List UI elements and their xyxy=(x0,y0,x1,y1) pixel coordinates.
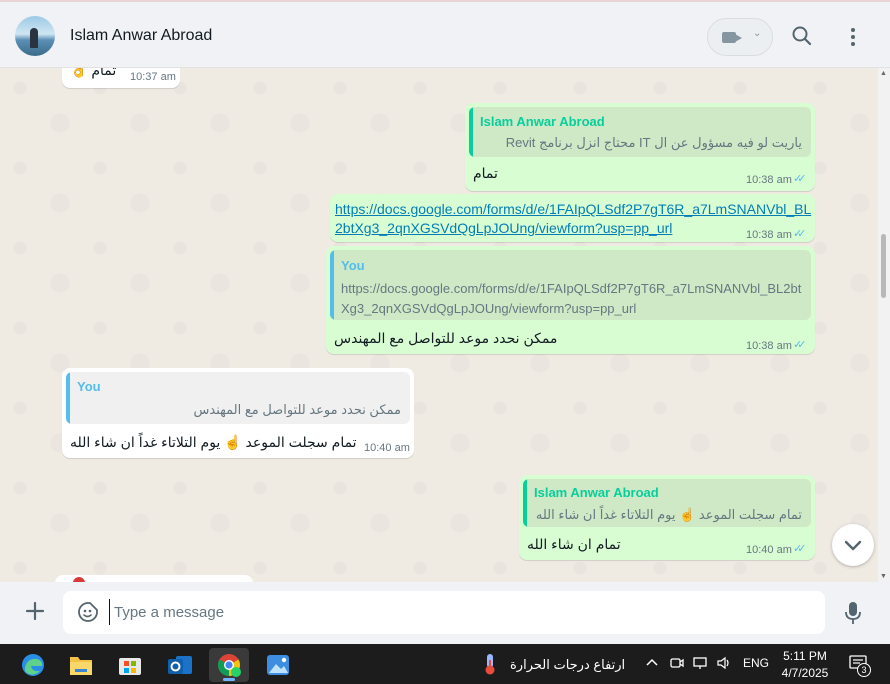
message-incoming[interactable]: You ممكن نحدد موعد للتواصل مع المهندس تم… xyxy=(62,368,414,458)
quoted-message[interactable]: Islam Anwar Abroad ياريت لو فيه مسؤول عن… xyxy=(469,107,811,157)
message-time: 10:40 am xyxy=(746,544,792,556)
message-outgoing[interactable]: Islam Anwar Abroad ياريت لو فيه مسؤول عن… xyxy=(465,103,815,191)
message-text: ممكن نحدد موعد للتواصل مع المهندس xyxy=(334,330,558,346)
thermometer-icon xyxy=(485,654,495,675)
clock-date: 4/7/2025 xyxy=(781,666,829,680)
message-incoming[interactable]: تمام 👌 10:37 am xyxy=(62,68,180,88)
message-text: تمام سجلت الموعد ☝️ يوم التلاتاء غداً ان… xyxy=(70,434,357,450)
sticker-icon xyxy=(78,602,98,622)
notification-center-button[interactable]: 3 xyxy=(846,654,872,677)
quoted-author: You xyxy=(77,379,101,394)
sticker-button[interactable] xyxy=(77,601,99,623)
message-text: تمام xyxy=(473,165,498,181)
video-camera-icon xyxy=(722,32,742,43)
contact-name[interactable]: Islam Anwar Abroad xyxy=(70,27,212,45)
message-outgoing[interactable]: https://docs.google.com/forms/d/e/1FAIpQ… xyxy=(330,194,815,242)
chevron-down-icon: ⌄ xyxy=(753,28,762,39)
plus-icon xyxy=(25,601,45,621)
read-receipt-icon: ✓✓ xyxy=(793,228,807,240)
message-time: 10:38 am xyxy=(746,340,792,352)
store-icon xyxy=(119,658,141,675)
volume-button[interactable] xyxy=(716,656,732,673)
message-time: 10:38 am xyxy=(746,229,792,241)
speaker-icon xyxy=(717,656,729,670)
taskbar-edge[interactable] xyxy=(13,648,53,682)
quoted-text: ياريت لو فيه مسؤول عن ال IT محتاج انزل ب… xyxy=(505,135,802,157)
clock-time: 5:11 PM xyxy=(783,649,827,663)
message-outgoing[interactable]: Islam Anwar Abroad تمام سجلت الموعد ☝️ ي… xyxy=(519,475,815,560)
quoted-text: تمام سجلت الموعد ☝️ يوم التلاتاء غداً ان… xyxy=(535,507,802,522)
notification-count-badge: 3 xyxy=(857,663,871,677)
quoted-message[interactable]: Islam Anwar Abroad تمام سجلت الموعد ☝️ ي… xyxy=(523,479,811,527)
search-icon xyxy=(792,26,812,46)
message-input-box[interactable] xyxy=(63,591,825,634)
network-icon xyxy=(693,657,707,669)
windows-taskbar: ارتفاع درجات الحرارة ENG 5:11 PM 4/7/202… xyxy=(0,644,890,684)
scrollbar[interactable]: ▲ ▼ xyxy=(878,68,890,582)
clock[interactable]: 5:11 PM 4/7/2025 xyxy=(772,648,838,682)
chrome-icon xyxy=(218,654,241,677)
read-receipt-icon: ✓✓ xyxy=(793,339,807,351)
edge-icon xyxy=(22,654,44,676)
microphone-icon xyxy=(845,602,861,624)
quoted-message[interactable]: You ممكن نحدد موعد للتواصل مع المهندس xyxy=(66,372,410,424)
message-list[interactable]: تمام 👌 10:37 am Islam Anwar Abroad ياريت… xyxy=(0,68,878,582)
message-link-continued[interactable]: 2btXg3_2qnXGSVdQgLpJOUng/viewform?usp=pp… xyxy=(335,218,672,238)
message-link[interactable]: https://docs.google.com/forms/d/e/1FAIpQ… xyxy=(335,199,811,219)
quoted-text: ممكن نحدد موعد للتواصل مع المهندس xyxy=(193,402,401,417)
outlook-icon xyxy=(168,656,192,674)
message-input[interactable] xyxy=(109,599,809,625)
network-button[interactable] xyxy=(692,656,708,673)
chevron-up-icon xyxy=(646,658,658,666)
scroll-to-bottom-button[interactable] xyxy=(832,524,874,566)
quoted-text: https://docs.google.com/forms/d/e/1FAIpQ… xyxy=(341,281,802,296)
video-call-button[interactable]: ⌄ xyxy=(707,18,773,56)
message-text: تمام 👌 xyxy=(70,68,117,78)
taskbar-file-explorer[interactable] xyxy=(61,648,101,682)
scrollbar-thumb[interactable] xyxy=(881,234,886,298)
more-options-button[interactable] xyxy=(846,26,860,48)
chat-header: Islam Anwar Abroad ⌄ xyxy=(0,0,890,68)
message-time: 10:37 am xyxy=(130,71,176,83)
search-button[interactable] xyxy=(790,24,814,48)
taskbar-chrome-whatsapp[interactable] xyxy=(209,648,249,682)
voice-message-button[interactable] xyxy=(843,600,863,626)
folder-icon xyxy=(70,657,92,675)
quoted-author: You xyxy=(341,258,365,273)
quoted-message[interactable]: You https://docs.google.com/forms/d/e/1F… xyxy=(330,250,811,320)
message-time: 10:38 am xyxy=(746,174,792,186)
meet-now-button[interactable] xyxy=(669,656,685,673)
message-incoming[interactable] xyxy=(55,575,253,582)
quoted-text-continued: Xg3_2qnXGSVdQgLpJOUng/viewform?usp=pp_ur… xyxy=(341,301,637,316)
photos-icon xyxy=(267,655,289,675)
taskbar-photos[interactable] xyxy=(258,648,298,682)
message-outgoing[interactable]: You https://docs.google.com/forms/d/e/1F… xyxy=(326,246,815,354)
message-time: 10:40 am xyxy=(364,442,410,454)
scroll-down-arrow-icon[interactable]: ▼ xyxy=(880,573,887,580)
quoted-author: Islam Anwar Abroad xyxy=(480,114,605,129)
read-receipt-icon: ✓✓ xyxy=(793,543,807,555)
show-hidden-icons-button[interactable] xyxy=(645,656,659,673)
contact-avatar[interactable] xyxy=(15,16,55,56)
weather-text: ارتفاع درجات الحرارة xyxy=(510,657,626,672)
more-vertical-icon xyxy=(846,28,860,46)
read-receipt-icon: ✓✓ xyxy=(793,173,807,185)
scroll-up-arrow-icon[interactable]: ▲ xyxy=(880,70,887,77)
chevron-down-icon xyxy=(844,540,862,551)
camera-icon xyxy=(670,658,684,668)
taskbar-outlook[interactable] xyxy=(160,648,200,682)
quoted-author: Islam Anwar Abroad xyxy=(534,485,659,500)
taskbar-store[interactable] xyxy=(110,648,150,682)
composer-bar xyxy=(0,582,890,644)
attach-button[interactable] xyxy=(24,600,46,622)
language-indicator[interactable]: ENG xyxy=(743,656,769,670)
message-text: تمام ان شاء الله xyxy=(527,536,621,552)
